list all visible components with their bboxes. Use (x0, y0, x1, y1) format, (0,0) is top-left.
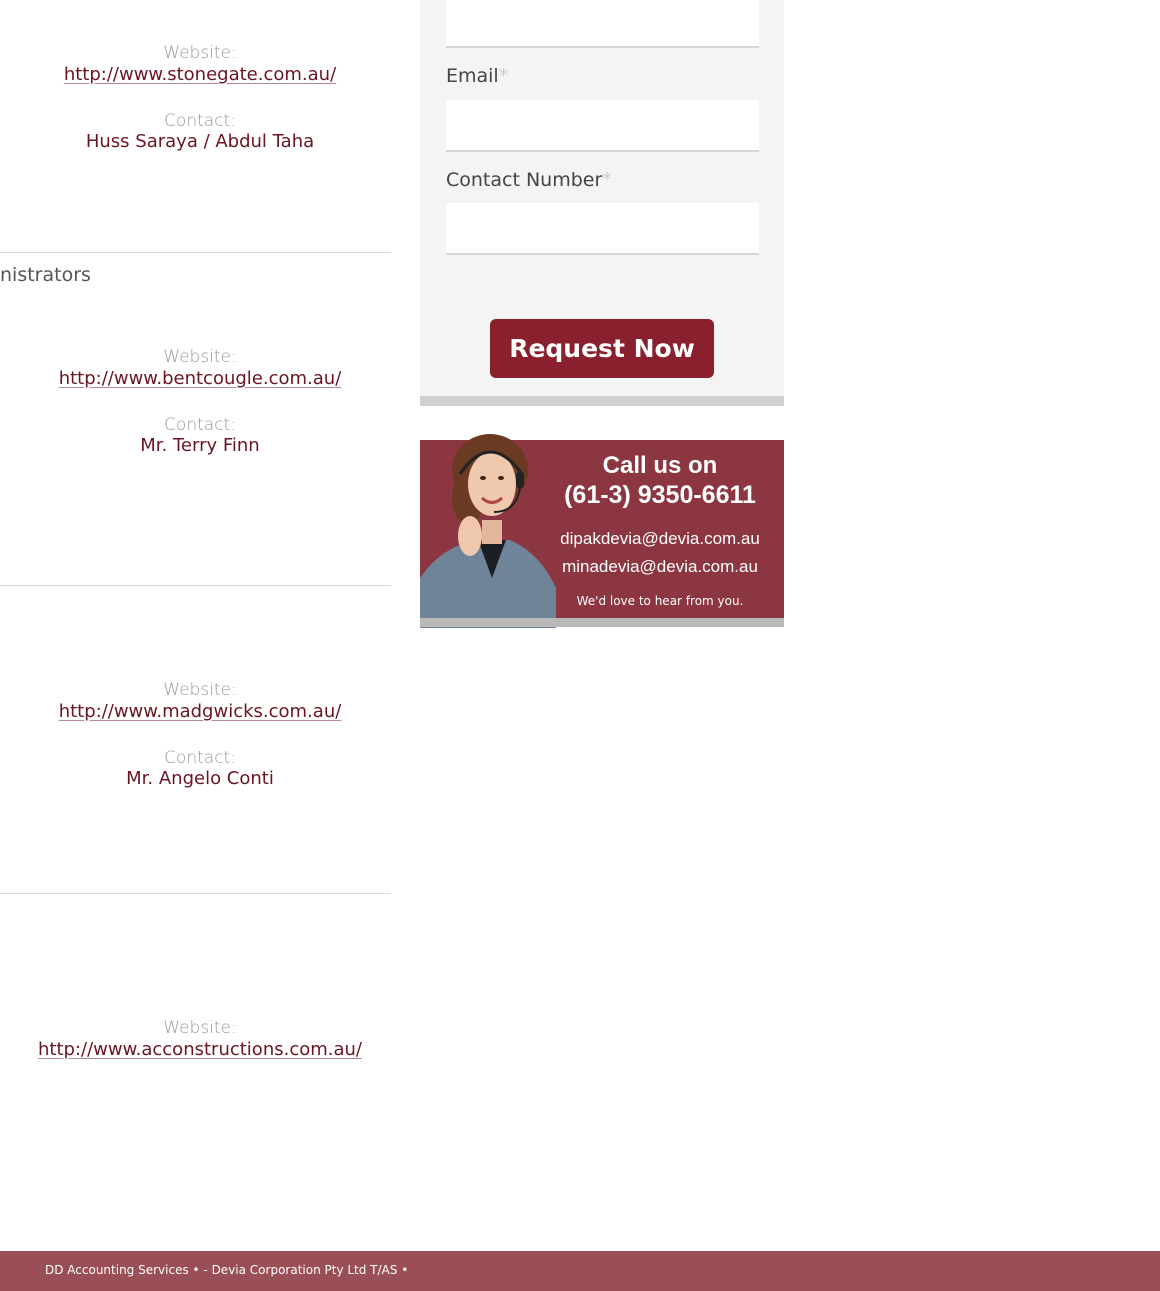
phone-number: (61-3) 9350-6611 (564, 481, 756, 509)
website-link-container: http://www.acconstructions.com.au/ (0, 1039, 400, 1060)
name-field[interactable] (446, 0, 759, 48)
email-label: Email* (446, 65, 509, 87)
website-link-container: http://www.stonegate.com.au/ (0, 64, 400, 85)
contact-number-field[interactable] (446, 203, 759, 255)
footer-text: DD Accounting Services • - Devia Corpora… (45, 1263, 409, 1277)
website-label: Website: (163, 347, 237, 367)
banner-tagline: We'd love to hear from you. (576, 594, 744, 608)
request-now-button[interactable]: Request Now (490, 319, 714, 378)
required-mark: * (602, 169, 612, 191)
website-label: Website: (163, 1018, 237, 1038)
required-mark: * (498, 65, 509, 87)
website-label: Website: (163, 43, 237, 63)
form-panel-bottom-bar (420, 396, 784, 406)
website-link-container: http://www.madgwicks.com.au/ (0, 701, 400, 722)
contact-name: Mr. Terry Finn (140, 435, 260, 456)
listing-divider (0, 252, 391, 253)
website-link[interactable]: http://www.bentcougle.com.au/ (59, 368, 342, 389)
website-link[interactable]: http://www.madgwicks.com.au/ (59, 701, 342, 722)
website-label: Website: (163, 680, 237, 700)
website-link-container: http://www.bentcougle.com.au/ (0, 368, 400, 389)
listing-divider (0, 585, 391, 586)
listing-heading: nistrators (0, 264, 91, 286)
website-link[interactable]: http://www.acconstructions.com.au/ (38, 1039, 362, 1060)
call-us-heading: Call us on (602, 452, 718, 479)
email-address-1: dipakdevia@devia.com.au (560, 529, 760, 548)
footer: DD Accounting Services • - Devia Corpora… (0, 1251, 1160, 1291)
banner-bottom-bar (420, 618, 784, 627)
contact-label: Contact: (164, 111, 236, 131)
contact-name: Huss Saraya / Abdul Taha (85, 131, 315, 152)
listing-divider (0, 893, 391, 894)
support-agent-image (420, 434, 556, 628)
email-address-2: minadevia@devia.com.au (562, 557, 758, 576)
website-link[interactable]: http://www.stonegate.com.au/ (64, 64, 336, 85)
email-field[interactable] (446, 100, 759, 152)
contact-name: Mr. Angelo Conti (126, 768, 274, 789)
contact-number-label: Contact Number* (446, 169, 612, 191)
contact-label: Contact: (164, 415, 236, 435)
contact-label: Contact: (164, 748, 236, 768)
